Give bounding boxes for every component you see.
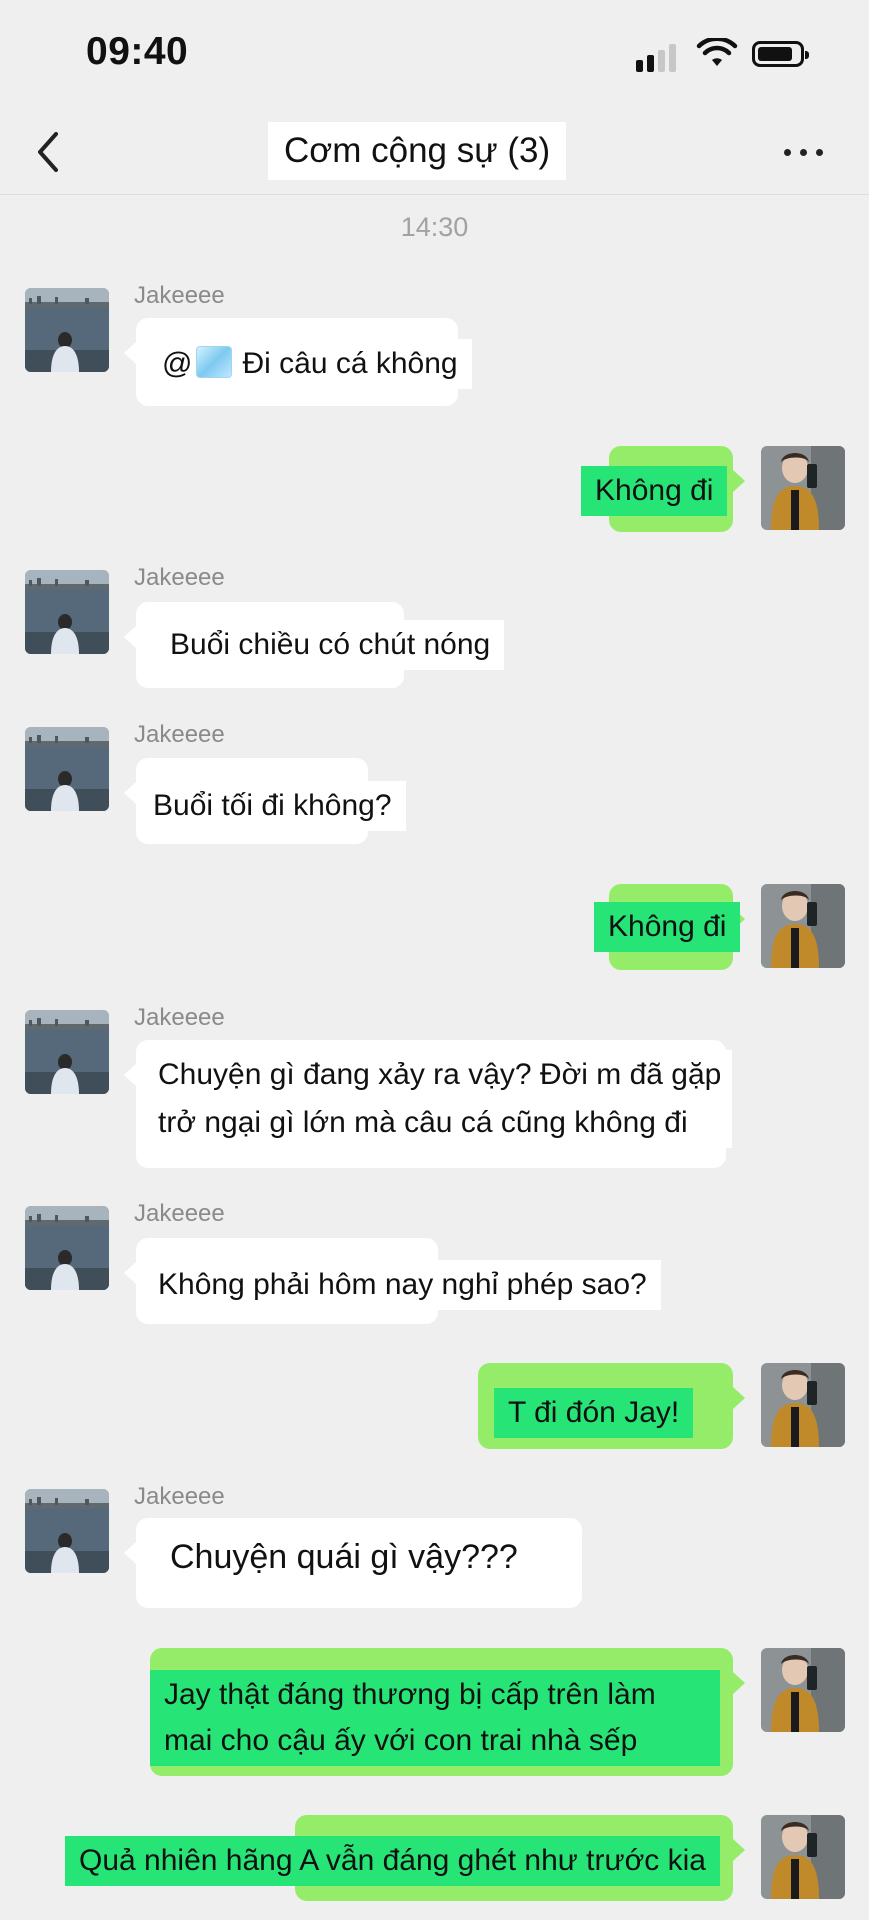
avatar[interactable]: [761, 1815, 845, 1899]
message-text: Chuyện quái gì vậy???: [156, 1532, 532, 1582]
message-text-line-1: Jay thật đáng thương bị cấp trên làm: [150, 1670, 720, 1720]
chevron-left-icon[interactable]: [28, 126, 68, 178]
avatar[interactable]: [761, 446, 845, 530]
cellular-signal-icon: [636, 42, 682, 72]
status-bar: 09:40: [0, 0, 869, 110]
wifi-icon: [696, 38, 738, 66]
sender-name: Jakeeee: [134, 721, 225, 748]
status-time: 09:40: [86, 30, 189, 73]
message-text: Quả nhiên hãng A vẫn đáng ghét như trước…: [65, 1836, 720, 1886]
message-text: Buổi tối đi không?: [139, 781, 406, 831]
avatar[interactable]: [761, 1363, 845, 1447]
avatar[interactable]: [761, 1648, 845, 1732]
chat-header: Cơm cộng sự (3): [0, 110, 869, 195]
more-dots-icon[interactable]: [780, 134, 828, 170]
avatar[interactable]: [761, 884, 845, 968]
avatar[interactable]: [25, 288, 109, 372]
sender-name: Jakeeee: [134, 1200, 225, 1227]
chat-title: Cơm cộng sự (3): [268, 122, 567, 180]
message-bubble[interactable]: @ Đi câu cá không: [124, 318, 472, 406]
message-text-line-1: Chuyện gì đang xảy ra vậy? Đời m đã gặp: [144, 1050, 732, 1100]
message-text: T đi đón Jay!: [494, 1388, 694, 1438]
sender-name: Jakeeee: [134, 282, 225, 309]
avatar[interactable]: [25, 1010, 109, 1094]
sender-name: Jakeeee: [134, 1004, 225, 1031]
message-text: Đi câu cá không: [242, 347, 458, 380]
avatar[interactable]: [25, 727, 109, 811]
message-text: Không phải hôm nay nghỉ phép sao?: [144, 1260, 661, 1310]
battery-icon: [752, 41, 809, 67]
message-text-line-2: mai cho cậu ấy với con trai nhà sếp: [150, 1716, 720, 1766]
avatar[interactable]: [25, 1489, 109, 1573]
ice-cube-icon: [196, 346, 233, 378]
message-text: Buổi chiều có chút nóng: [156, 620, 505, 670]
message-text-line-2: trở ngại gì lớn mà câu cá cũng không đi: [144, 1098, 732, 1148]
avatar[interactable]: [25, 570, 109, 654]
message-text: Không đi: [581, 466, 728, 516]
avatar[interactable]: [25, 1206, 109, 1290]
sender-name: Jakeeee: [134, 1483, 225, 1510]
mention-symbol: @: [162, 347, 193, 380]
chat-timestamp: 14:30: [400, 212, 469, 242]
sender-name: Jakeeee: [134, 564, 225, 591]
message-text: Không đi: [594, 902, 741, 952]
